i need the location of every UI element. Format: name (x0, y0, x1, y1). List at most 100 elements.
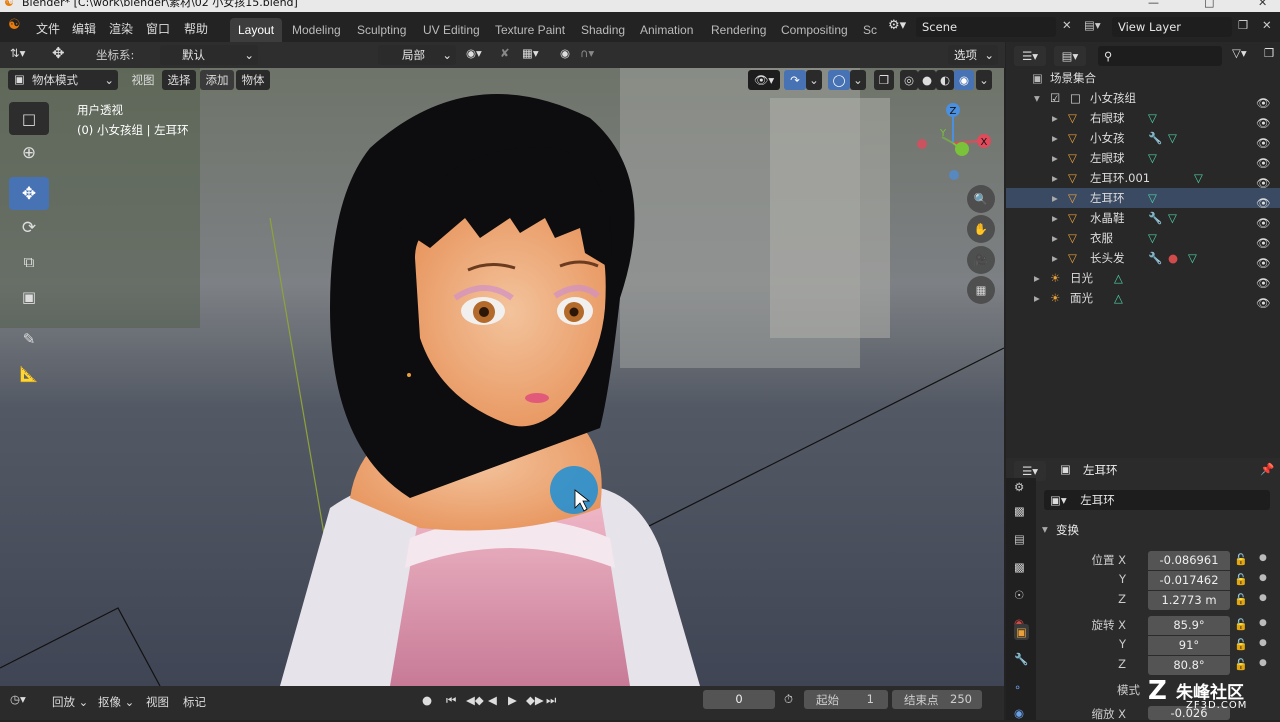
jump-end-icon[interactable]: ⏭ (546, 693, 556, 708)
timeline-editor-icon[interactable]: ◷▾ (10, 692, 26, 706)
rotation-x-field[interactable]: 85.9° (1148, 616, 1230, 635)
keyframe-dot-icon[interactable]: ● (1259, 658, 1267, 668)
outliner-object-row[interactable]: ▸ ▽ 小女孩 🔧 ▽ 👁 (1006, 128, 1280, 150)
scene-tab-icon[interactable]: ☉ (1014, 588, 1024, 602)
mesh-data-icon[interactable]: ▽ (1168, 128, 1177, 148)
measure-tool[interactable]: 📐 (9, 357, 49, 390)
modifier-icon[interactable]: 🔧 (1148, 248, 1162, 268)
menu-select[interactable]: 选择 (162, 70, 196, 90)
display-mode-icon[interactable]: ▤▾ (1054, 46, 1086, 66)
outliner-search-input[interactable]: ⚲ (1098, 46, 1222, 66)
view-layer-copy-icon[interactable]: ❐ (1238, 18, 1248, 32)
view-layer-close-icon[interactable]: ✕ (1262, 18, 1272, 32)
scene-field[interactable]: Scene (916, 17, 1056, 37)
expand-right-icon[interactable]: ▸ (1034, 288, 1040, 308)
modifier-icon[interactable]: 🔧 (1148, 208, 1162, 228)
pivot-dropdown[interactable]: 局部 ⌄ (378, 45, 456, 65)
pin-icon[interactable]: 📌 (1260, 462, 1274, 476)
camera-view-button[interactable]: 🎥 (967, 246, 995, 274)
keyframe-dot-icon[interactable]: ● (1259, 593, 1267, 603)
keying-menu[interactable]: 抠像 ⌄ (98, 694, 134, 710)
gizmo-toggle-icon[interactable]: ↷ (784, 70, 806, 90)
annotate-tool[interactable]: ✎ (9, 322, 49, 355)
material-shading-icon[interactable]: ◐ (936, 70, 954, 90)
visibility-toggle-icon[interactable]: 👁▾ (748, 70, 780, 90)
panel-collapse-icon[interactable]: ▾ (1042, 522, 1048, 536)
mesh-data-icon[interactable]: ▽ (1148, 188, 1157, 208)
move-tool[interactable]: ✥ (9, 177, 49, 210)
select-box-tool[interactable]: □ (9, 102, 49, 135)
expand-right-icon[interactable]: ▸ (1052, 228, 1058, 248)
3d-viewport[interactable]: 物体模式 ⌄ ▣ 视图 选择 添加 物体 👁▾ ↷ ⌄ ◯ ⌄ ❐ ◎ ● ◐ … (0, 68, 1004, 686)
zoom-button[interactable]: 🔍 (967, 185, 995, 213)
frame-end-field[interactable]: 结束点 250 (892, 690, 982, 709)
keyframe-dot-icon[interactable]: ● (1259, 573, 1267, 583)
outliner-scene-collection[interactable]: ▣ 场景集合 (1006, 68, 1280, 88)
output-tab-icon[interactable]: ▤ (1014, 532, 1025, 546)
object-name-field[interactable]: ▣▾ 左耳环 (1044, 490, 1270, 510)
record-icon[interactable]: ● (422, 693, 432, 707)
proportional-edit-icon[interactable]: ◉ (560, 46, 570, 60)
rotation-y-field[interactable]: 91° (1148, 636, 1230, 655)
snap-grid-icon[interactable]: ▦▾ (522, 46, 539, 60)
object-tab-icon[interactable]: ▣ (1014, 624, 1029, 640)
scene-icon[interactable]: ⚙▾ (888, 18, 906, 33)
wireframe-shading-icon[interactable]: ◎ (900, 70, 918, 90)
outliner-object-row[interactable]: ▸ ▽ 左耳环 ▽ 👁 (1006, 188, 1280, 210)
outliner-object-row[interactable]: ▸ ▽ 衣服 ▽ 👁 (1006, 228, 1280, 250)
play-icon[interactable]: ▶ (508, 693, 517, 707)
mesh-data-icon[interactable]: ▽ (1148, 148, 1157, 168)
timeline-view-menu[interactable]: 视图 (146, 694, 169, 710)
expand-right-icon[interactable]: ▸ (1034, 268, 1040, 288)
location-x-field[interactable]: -0.086961 (1148, 551, 1230, 570)
ortho-toggle-button[interactable]: ▦ (967, 276, 995, 304)
snap-icon[interactable]: ✘ (500, 46, 510, 60)
tab-sculpting[interactable]: Sculpting (349, 18, 414, 42)
options-dropdown[interactable]: 选项 ⌄ (948, 45, 998, 65)
material-icon[interactable]: ● (1168, 248, 1178, 268)
transform-orientation-icon[interactable]: ⇅▾ (10, 46, 25, 60)
mesh-data-icon[interactable]: ▽ (1148, 108, 1157, 128)
tab-texture-paint[interactable]: Texture Paint (487, 18, 573, 42)
overlay-toggle-icon[interactable]: ◯ (828, 70, 850, 90)
coord-system-dropdown[interactable]: 默认 ⌄ (160, 45, 258, 65)
playback-menu[interactable]: 回放 ⌄ (52, 694, 88, 710)
outliner-light-row[interactable]: ▸ ☀ 面光 △ 👁 (1006, 288, 1280, 310)
collection-checkbox[interactable]: ☑ (1050, 88, 1060, 108)
lock-icon[interactable]: 🔓 (1234, 573, 1248, 586)
particles-tab-icon[interactable]: ∘ (1014, 680, 1021, 694)
menu-add[interactable]: 添加 (200, 70, 234, 90)
scale-tool[interactable]: ⧉ (9, 245, 49, 278)
expand-right-icon[interactable]: ▸ (1052, 108, 1058, 128)
expand-right-icon[interactable]: ▸ (1052, 128, 1058, 148)
transform-tool[interactable]: ▣ (9, 280, 49, 313)
keyframe-dot-icon[interactable]: ● (1259, 618, 1267, 628)
menu-help[interactable]: 帮助 (184, 20, 208, 37)
new-collection-icon[interactable]: ❐ (1264, 46, 1274, 60)
mesh-data-icon[interactable]: ▽ (1168, 208, 1177, 228)
maximize-button[interactable]: □ (1204, 0, 1214, 8)
outliner-object-row[interactable]: ▸ ▽ 右眼球 ▽ 👁 (1006, 108, 1280, 130)
cursor-tool[interactable]: ⊕ (9, 136, 49, 169)
tab-rendering[interactable]: Rendering (703, 18, 774, 42)
modifier-tab-icon[interactable]: 🔧 (1014, 652, 1028, 666)
close-button[interactable]: ✕ (1258, 0, 1267, 8)
mesh-data-icon[interactable]: ▽ (1148, 228, 1157, 248)
blender-menu-icon[interactable]: ☯ (8, 17, 21, 33)
expand-right-icon[interactable]: ▸ (1052, 188, 1058, 208)
expand-right-icon[interactable]: ▸ (1052, 248, 1058, 268)
tab-shading[interactable]: Shading (573, 18, 633, 42)
overlay-options-icon[interactable]: ⌄ (850, 70, 866, 90)
transform-panel-header[interactable]: 变换 (1056, 522, 1079, 538)
expand-right-icon[interactable]: ▸ (1052, 168, 1058, 188)
mesh-data-icon[interactable]: ▽ (1188, 248, 1197, 268)
view-layer-field[interactable]: View Layer (1112, 17, 1232, 37)
scene-close-icon[interactable]: ✕ (1062, 18, 1072, 32)
light-data-icon[interactable]: △ (1114, 268, 1123, 288)
view-layer-tab-icon[interactable]: ▩ (1014, 560, 1025, 574)
expand-right-icon[interactable]: ▸ (1052, 148, 1058, 168)
pan-button[interactable]: ✋ (967, 215, 995, 243)
solid-shading-icon[interactable]: ● (918, 70, 936, 90)
tool-tab-icon[interactable]: ⚙ (1014, 480, 1024, 494)
tab-layout[interactable]: Layout (230, 18, 283, 42)
